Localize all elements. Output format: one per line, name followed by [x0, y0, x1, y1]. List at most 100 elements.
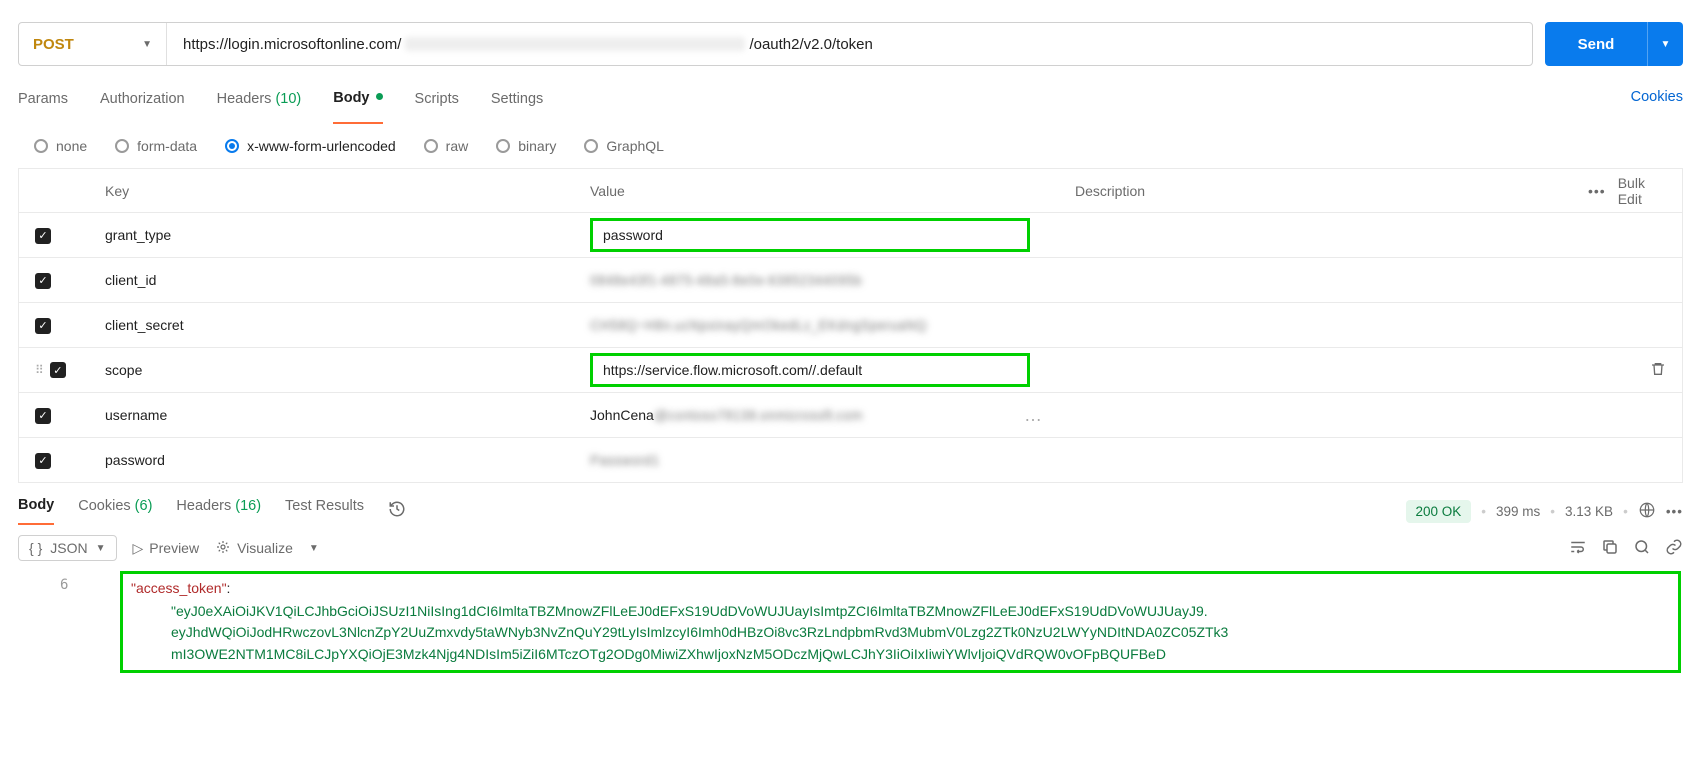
search-icon[interactable] [1633, 538, 1651, 559]
bulk-edit-button[interactable]: Bulk Edit [1618, 175, 1666, 207]
tab-body-label: Body [333, 90, 369, 106]
checkbox-icon[interactable]: ✓ [50, 362, 66, 378]
overflow-icon[interactable]: … [1024, 405, 1043, 426]
body-type-urlenc-label: x-www-form-urlencoded [247, 138, 396, 154]
send-more-button[interactable]: ▼ [1647, 22, 1683, 66]
kv-key[interactable]: password [89, 452, 574, 468]
table-row: ✓ client_id 0848e43f1-4875-48a5-8e0e-638… [19, 258, 1682, 303]
wrap-icon[interactable] [1569, 538, 1587, 559]
response-tab-cookies[interactable]: Cookies (6) [78, 498, 152, 524]
body-type-binary-label: binary [518, 138, 556, 154]
radio-icon [115, 139, 129, 153]
body-type-form-label: form-data [137, 138, 197, 154]
kv-value[interactable]: Password1 [590, 452, 659, 468]
body-type-form-data[interactable]: form-data [115, 138, 197, 154]
method-select[interactable]: POST ▼ [19, 23, 167, 65]
response-tab-body[interactable]: Body [18, 497, 54, 525]
body-type-none[interactable]: none [34, 138, 87, 154]
table-row: ✓ username JohnCena@contoso78138.onmicro… [19, 393, 1682, 438]
visualize-button[interactable]: Visualize [215, 539, 293, 558]
kv-header-key: Key [89, 183, 574, 199]
response-tab-headers[interactable]: Headers (16) [176, 498, 261, 524]
response-tab-cookies-count: (6) [135, 498, 153, 514]
radio-icon [34, 139, 48, 153]
preview-button[interactable]: ▷ Preview [133, 540, 200, 557]
table-row: ⠿ ✓ scope https://service.flow.microsoft.… [19, 348, 1682, 393]
checkbox-icon[interactable]: ✓ [35, 408, 51, 424]
radio-icon [496, 139, 510, 153]
response-tabs: Body Cookies (6) Headers (16) Test Resul… [0, 483, 1701, 525]
kv-value[interactable]: CH58Q~H8n.ucNpxinayQmOkedLz_EKdngSperuaN… [590, 317, 927, 333]
body-type-raw[interactable]: raw [424, 138, 469, 154]
body-type-graphql-label: GraphQL [606, 138, 664, 154]
kv-key[interactable]: client_secret [89, 317, 574, 333]
format-label: JSON [50, 540, 87, 556]
kv-table: Key Value Description ••• Bulk Edit ✓ gr… [18, 168, 1683, 483]
radio-icon [424, 139, 438, 153]
status-time: 399 ms [1496, 504, 1540, 519]
checkbox-icon[interactable]: ✓ [35, 228, 51, 244]
kv-header-value: Value [574, 183, 1059, 199]
body-type-binary[interactable]: binary [496, 138, 556, 154]
format-select[interactable]: { } JSON ▼ [18, 535, 117, 561]
response-highlight: "access_token": "eyJ0eXAiOiJKV1QiLCJhbGc… [120, 571, 1681, 673]
response-body: 6 "access_token": "eyJ0eXAiOiJKV1QiLCJhb… [0, 571, 1701, 673]
tab-body[interactable]: Body [333, 86, 382, 124]
kv-header-description: Description [1059, 183, 1572, 199]
more-icon[interactable]: ••• [1588, 183, 1606, 199]
globe-icon[interactable] [1638, 501, 1656, 522]
url-redacted [405, 37, 745, 51]
kv-key[interactable]: username [89, 407, 574, 423]
body-type-none-label: none [56, 138, 87, 154]
tab-headers-count: (10) [275, 91, 301, 107]
checkbox-icon[interactable]: ✓ [35, 453, 51, 469]
response-tab-tests[interactable]: Test Results [285, 498, 364, 524]
send-button-group: Send ▼ [1545, 22, 1683, 66]
json-value-line: eyJhdWQiOiJodHRwczovL3NlcnZpY2UuZmxvdy5t… [131, 622, 1670, 644]
visualize-icon [215, 539, 231, 558]
value-redacted: @contoso78138.onmicrosoft.com [654, 407, 863, 423]
method-label: POST [33, 36, 74, 53]
table-row: ✓ grant_type password [19, 213, 1682, 258]
chevron-down-icon: ▼ [96, 543, 106, 554]
line-number: 6 [60, 577, 68, 593]
checkbox-icon[interactable]: ✓ [35, 318, 51, 334]
response-tab-headers-label: Headers [176, 498, 231, 514]
body-type-raw-label: raw [446, 138, 469, 154]
history-icon[interactable] [388, 500, 406, 522]
kv-value[interactable]: password [590, 218, 1030, 252]
body-type-urlencoded[interactable]: x-www-form-urlencoded [225, 138, 396, 154]
json-key: "access_token" [131, 580, 227, 596]
kv-value[interactable]: JohnCena [590, 407, 654, 423]
copy-icon[interactable] [1601, 538, 1619, 559]
tab-headers[interactable]: Headers (10) [217, 87, 302, 123]
drag-handle-icon[interactable]: ⠿ [35, 363, 44, 377]
checkbox-icon[interactable]: ✓ [35, 273, 51, 289]
kv-key[interactable]: grant_type [89, 227, 574, 243]
status-size: 3.13 KB [1565, 504, 1613, 519]
kv-key[interactable]: client_id [89, 272, 574, 288]
kv-value[interactable]: 0848e43f1-4875-48a5-8e0e-63852344095b [590, 272, 862, 288]
more-icon[interactable]: ••• [1666, 504, 1683, 519]
chevron-down-icon[interactable]: ▼ [309, 543, 319, 554]
kv-value[interactable]: https://service.flow.microsoft.com//.def… [590, 353, 1030, 387]
tab-scripts[interactable]: Scripts [415, 87, 459, 123]
send-button[interactable]: Send [1545, 22, 1647, 66]
tab-authorization[interactable]: Authorization [100, 87, 185, 123]
json-value-line: mI3OWE2NTM1MC8iLCJpYXQiOjE3Mzk4Njg4NDIsI… [131, 644, 1670, 666]
response-toolbar: { } JSON ▼ ▷ Preview Visualize ▼ [0, 525, 1701, 571]
request-tabs: Params Authorization Headers (10) Body S… [0, 76, 1701, 124]
url-suffix: /oauth2/v2.0/token [749, 36, 872, 53]
tab-params[interactable]: Params [18, 87, 68, 123]
radio-selected-icon [225, 139, 239, 153]
tab-settings[interactable]: Settings [491, 87, 543, 123]
kv-key[interactable]: scope [89, 362, 574, 378]
cookies-link[interactable]: Cookies [1631, 89, 1683, 121]
body-type-row: none form-data x-www-form-urlencoded raw… [0, 124, 1701, 168]
link-icon[interactable] [1665, 538, 1683, 559]
url-input[interactable]: https://login.microsoftonline.com/ /oaut… [167, 23, 1532, 65]
visualize-label: Visualize [237, 540, 293, 556]
delete-icon[interactable] [1650, 361, 1666, 380]
body-type-graphql[interactable]: GraphQL [584, 138, 664, 154]
response-status: 200 OK • 399 ms • 3.13 KB • ••• [1406, 500, 1684, 523]
